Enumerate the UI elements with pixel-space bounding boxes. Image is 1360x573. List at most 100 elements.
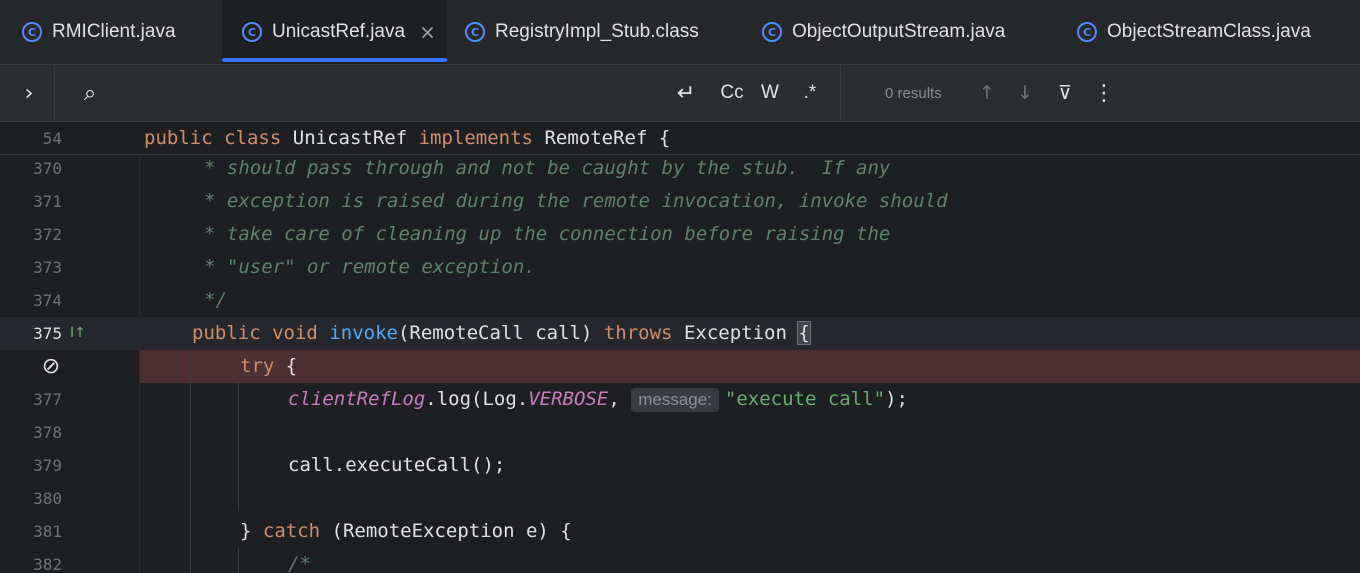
indent-guide [238, 383, 239, 511]
multiline-icon[interactable]: ↵ [670, 65, 702, 121]
code-line: 372 * take care of cleaning up the conne… [0, 218, 1360, 251]
divider [54, 65, 55, 121]
code-punct: } [240, 520, 263, 542]
tab-label: UnicastRef.java [272, 21, 406, 42]
match-case-toggle[interactable]: Cc [714, 65, 750, 121]
class-icon: C [1077, 22, 1097, 42]
class-icon: C [762, 22, 782, 42]
line-number: 371 [33, 192, 62, 211]
indent-guide [190, 350, 191, 573]
code-line: 370 * should pass through and not be cau… [0, 155, 1360, 185]
implementation-gutter-icon[interactable]: I↑ [70, 317, 86, 350]
code-text: public void invoke(RemoteCall call) thro… [192, 317, 811, 350]
exception-type: Exception [672, 322, 799, 344]
string-literal: "execute call" [724, 388, 886, 410]
code-line: 377 clientRefLog.log(Log.VERBOSE, messag… [0, 383, 1360, 416]
tab-label: RegistryImpl_Stub.class [495, 21, 699, 42]
code-text: call.executeCall(); [288, 454, 506, 476]
comment-text: * take care of cleaning up the connectio… [204, 223, 891, 245]
tab-objectstreamclass[interactable]: C ObjectStreamClass.java [1077, 0, 1347, 64]
divider [840, 65, 841, 121]
line-number: 377 [33, 390, 62, 409]
regex-toggle[interactable]: .* [795, 65, 825, 121]
code-line: 382 /* [0, 548, 1360, 573]
code-text: clientRefLog.log(Log.VERBOSE, message: "e… [288, 383, 908, 416]
class-icon: C [465, 22, 485, 42]
code-line: ⊘ try { [0, 350, 1360, 383]
sticky-header-line[interactable]: 54 public class UnicastRef implements Re… [0, 122, 1360, 155]
keyword: void [272, 322, 318, 344]
keyword: class [224, 127, 282, 149]
code-line: 380 [0, 482, 1360, 515]
matched-brace: { [797, 321, 811, 345]
tab-registryimpl-stub[interactable]: C RegistryImpl_Stub.class [465, 0, 745, 64]
tab-label: ObjectOutputStream.java [792, 21, 1006, 42]
line-number: 370 [33, 159, 62, 178]
line-number: 382 [33, 555, 62, 573]
code-punct: ); [885, 388, 908, 410]
more-options-icon[interactable]: ⋮ [1090, 65, 1118, 121]
expand-replace-icon[interactable]: › [14, 65, 44, 121]
code-text: } catch (RemoteException e) { [240, 515, 572, 548]
comment-text: * exception is raised during the remote … [204, 190, 948, 212]
class-icon: C [22, 22, 42, 42]
line-number: 373 [33, 258, 62, 277]
editor-tab-bar: C RMIClient.java C UnicastRef.java × C R… [0, 0, 1360, 64]
search-history-icon[interactable]: ⌕ [74, 65, 106, 121]
code-punct: (RemoteException e) { [320, 520, 572, 542]
parameter-hint: message: [631, 388, 719, 412]
keyword: implements [418, 127, 533, 149]
keyword: throws [603, 322, 673, 344]
keyword: catch [262, 520, 321, 542]
line-number: 372 [33, 225, 62, 244]
whole-words-toggle[interactable]: W [756, 65, 784, 121]
code-line: 381 } catch (RemoteException e) { [0, 515, 1360, 548]
code-line: 54 public class UnicastRef implements Re… [0, 122, 1360, 155]
class-name: UnicastRef [292, 127, 408, 149]
tab-unicastref[interactable]: C UnicastRef.java × [222, 0, 447, 64]
code-text: try { [240, 350, 297, 383]
interface-name: RemoteRef { [544, 127, 671, 149]
constant-reference: VERBOSE [528, 388, 609, 410]
comment-text: * "user" or remote exception. [204, 256, 536, 278]
code-line: 371 * exception is raised during the rem… [0, 185, 1360, 218]
keyword: public [192, 322, 261, 344]
keyword: public [144, 127, 213, 149]
code-punct: , [608, 388, 632, 410]
code-text: public class UnicastRef implements Remot… [144, 122, 670, 155]
comment-text: /* [288, 553, 311, 573]
class-icon: C [242, 22, 262, 42]
code-editor[interactable]: 370 * should pass through and not be cau… [0, 155, 1360, 573]
active-tab-indicator [222, 58, 447, 62]
find-bar: › ⌕ ↵ Cc W .* 0 results ↑ ↓ ⊽ ⋮ [0, 64, 1360, 122]
method-call: .log(Log. [425, 388, 529, 410]
next-occurrence-icon[interactable]: ↓ [1012, 65, 1038, 121]
line-number: 379 [33, 456, 62, 475]
line-number: 380 [33, 489, 62, 508]
parameters: (RemoteCall call) [397, 322, 604, 344]
code-line: 374 */ [0, 284, 1360, 317]
line-number: 54 [42, 129, 62, 148]
line-number: 375 [33, 324, 62, 343]
method-name: invoke [329, 322, 398, 344]
code-line: 378 [0, 416, 1360, 449]
code-punct: { [274, 355, 298, 377]
line-number: 378 [33, 423, 62, 442]
field-reference: clientRefLog [288, 388, 426, 410]
close-icon[interactable]: × [419, 20, 436, 44]
search-results-count: 0 results [885, 84, 942, 102]
indent-guide [238, 548, 239, 573]
keyword: try [240, 355, 275, 377]
tab-objectoutputstream[interactable]: C ObjectOutputStream.java [762, 0, 1062, 64]
tab-rmiclient[interactable]: C RMIClient.java [22, 0, 222, 64]
previous-occurrence-icon[interactable]: ↑ [974, 65, 1000, 121]
comment-text: */ [204, 289, 227, 311]
code-line: 373 * "user" or remote exception. [0, 251, 1360, 284]
comment-text: * should pass through and not be caught … [204, 157, 891, 179]
current-code-line: 375 I↑ public void invoke(RemoteCall cal… [0, 317, 1360, 350]
search-input[interactable] [120, 73, 660, 113]
tab-label: ObjectStreamClass.java [1107, 21, 1311, 42]
disabled-breakpoint-icon[interactable]: ⊘ [38, 350, 64, 383]
filter-icon[interactable]: ⊽ [1050, 65, 1080, 121]
code-line: 379 call.executeCall(); [0, 449, 1360, 482]
